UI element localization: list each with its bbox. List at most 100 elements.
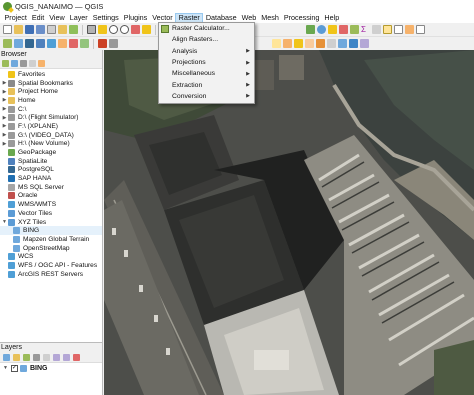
expand-arrow-icon[interactable]: ▶ [1, 123, 8, 129]
layer-styling-icon[interactable] [3, 353, 10, 361]
menu-plugins[interactable]: Plugins [121, 13, 150, 23]
digitize-icon[interactable] [69, 39, 78, 48]
change-label-icon[interactable] [327, 39, 336, 48]
layout-manager-icon[interactable] [58, 25, 67, 34]
browser-item[interactable]: ▶ F:\ (XPLANE) [0, 122, 102, 131]
browser-item[interactable]: ▶ G:\ (VIDEO_DATA) [0, 131, 102, 140]
edit-pencil-icon[interactable] [58, 39, 67, 48]
raster-menu-item[interactable]: Conversion ▶ [159, 91, 254, 102]
layer-visibility-checkbox[interactable]: ✓ [11, 364, 18, 372]
filter-legend-icon[interactable] [33, 353, 40, 361]
select-features-icon[interactable] [328, 25, 337, 34]
browser-item[interactable]: SpatiaLite [0, 157, 102, 166]
add-feature-icon[interactable] [80, 39, 89, 48]
statistics-icon[interactable]: Σ [361, 25, 370, 34]
zoom-in-icon[interactable] [109, 25, 118, 34]
add-wms-icon[interactable] [47, 39, 56, 48]
add-spatialite-icon[interactable] [36, 39, 45, 48]
vertex-tool-icon[interactable] [98, 39, 107, 48]
browser-item[interactable]: Favorites [0, 70, 102, 79]
delete-selected-icon[interactable] [109, 39, 118, 48]
raster-menu-item[interactable]: Extraction ▶ [159, 79, 254, 90]
filter-icon[interactable] [20, 60, 27, 67]
zoom-selection-icon[interactable] [142, 25, 151, 34]
highlight-label-icon[interactable] [294, 39, 303, 48]
browser-item[interactable]: ▶ D:\ (Flight Simulator) [0, 113, 102, 122]
refresh-icon[interactable] [306, 25, 315, 34]
python-console-icon[interactable] [349, 39, 358, 48]
expand-arrow-icon[interactable]: ▶ [1, 141, 8, 147]
filter-expression-icon[interactable] [43, 353, 50, 361]
raster-menu-item[interactable]: Raster Calculator... [159, 23, 254, 34]
layer-row-bing[interactable]: ▼ ✓ BING [0, 363, 102, 373]
browser-item[interactable]: ▶ C:\ [0, 105, 102, 114]
deselect-icon[interactable] [339, 25, 348, 34]
pan-to-selection-icon[interactable] [98, 25, 107, 34]
browser-item[interactable]: ▶ Spatial Bookmarks [0, 79, 102, 88]
pan-map-icon[interactable] [87, 25, 96, 34]
remove-layer-icon[interactable] [73, 353, 80, 361]
add-vector-layer-icon[interactable] [3, 39, 12, 48]
expand-arrow-icon[interactable]: ▶ [1, 97, 8, 103]
zoom-out-icon[interactable] [120, 25, 129, 34]
browser-item[interactable]: ▶ H:\ (New Volume) [0, 140, 102, 149]
browser-item[interactable]: SAP HANA [0, 174, 102, 183]
browser-item[interactable]: ArcGIS REST Servers [0, 270, 102, 279]
raster-menu-item[interactable]: Projections ▶ [159, 57, 254, 68]
collapse-all-icon[interactable] [63, 353, 70, 361]
properties-icon[interactable] [38, 60, 45, 67]
raster-menu-item[interactable]: Analysis ▶ [159, 46, 254, 57]
add-raster-layer-icon[interactable] [14, 39, 23, 48]
refresh-icon[interactable] [11, 60, 18, 67]
menu-processing[interactable]: Processing [281, 13, 322, 23]
menu-settings[interactable]: Settings [90, 13, 121, 23]
add-postgis-layer-icon[interactable] [25, 39, 34, 48]
zoom-full-icon[interactable] [131, 25, 140, 34]
browser-item[interactable]: WCS [0, 252, 102, 261]
browser-item[interactable]: ▶ Home [0, 96, 102, 105]
browser-item[interactable]: OpenStreetMap [0, 244, 102, 253]
browser-item[interactable]: MS SQL Server [0, 183, 102, 192]
menu-view[interactable]: View [47, 13, 67, 23]
menu-edit[interactable]: Edit [29, 13, 46, 23]
raster-menu-item[interactable]: Miscellaneous ▶ [159, 68, 254, 79]
browser-item[interactable]: ▼ XYZ Tiles [0, 218, 102, 227]
expand-arrow-icon[interactable]: ▶ [1, 80, 8, 86]
browser-item[interactable]: BING [0, 226, 102, 236]
browser-item[interactable]: GeoPackage [0, 148, 102, 157]
expand-all-icon[interactable] [53, 353, 60, 361]
plugin-icon[interactable] [360, 39, 369, 48]
menu-project[interactable]: Project [2, 13, 29, 23]
annotation-icon[interactable] [383, 25, 392, 34]
print-layout-icon[interactable] [47, 25, 56, 34]
browser-item[interactable]: ▶ Project Home [0, 87, 102, 96]
menu-layer[interactable]: Layer [67, 13, 90, 23]
move-label-icon[interactable] [305, 39, 314, 48]
browser-item[interactable]: Mapzen Global Terrain [0, 235, 102, 244]
collapse-all-icon[interactable] [29, 60, 36, 67]
identify-icon[interactable] [317, 25, 326, 34]
expand-arrow-icon[interactable]: ▶ [1, 115, 8, 121]
browser-item[interactable]: PostgreSQL [0, 166, 102, 175]
add-selected-layers-icon[interactable] [2, 60, 9, 67]
style-manager-icon[interactable] [69, 25, 78, 34]
text-annotation-icon[interactable] [394, 25, 403, 34]
new-project-icon[interactable] [3, 25, 12, 34]
browser-item[interactable]: WMS/WMTS [0, 200, 102, 209]
comment-icon[interactable] [416, 25, 425, 34]
browser-item[interactable]: Vector Tiles [0, 209, 102, 218]
save-as-icon[interactable] [36, 25, 45, 34]
diagram-icon[interactable] [338, 39, 347, 48]
map-tips-icon[interactable] [405, 25, 414, 34]
label-tool-icon[interactable] [272, 39, 281, 48]
pin-label-icon[interactable] [283, 39, 292, 48]
browser-item[interactable]: Oracle [0, 192, 102, 201]
raster-menu-item[interactable]: Align Rasters... [159, 34, 254, 45]
menu-help[interactable]: Help [322, 13, 342, 23]
menu-mesh[interactable]: Mesh [259, 13, 282, 23]
measure-icon[interactable] [372, 25, 381, 34]
field-calculator-icon[interactable] [350, 25, 359, 34]
open-project-icon[interactable] [14, 25, 23, 34]
save-project-icon[interactable] [25, 25, 34, 34]
expand-arrow-icon[interactable]: ▼ [1, 219, 8, 225]
